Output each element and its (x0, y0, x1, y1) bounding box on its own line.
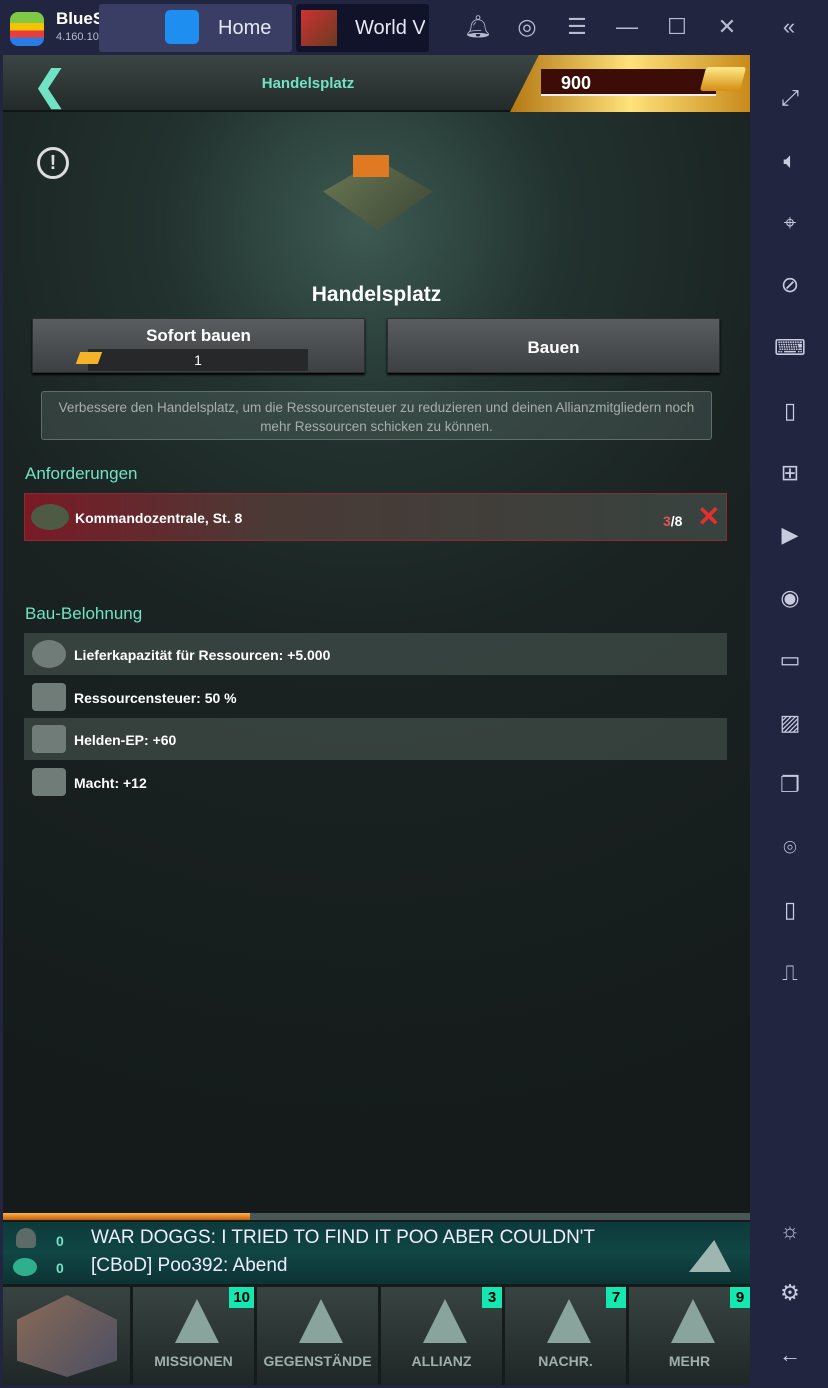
gamepad-icon[interactable]: ⊞ (752, 460, 828, 486)
progress-fill (3, 1213, 250, 1220)
mountain-icon[interactable] (689, 1240, 731, 1272)
nav-alliance[interactable]: ALLIANZ 3 (378, 1287, 502, 1385)
chat-count: 0 (56, 1260, 64, 1276)
volume-icon[interactable]: 🔈︎ (752, 148, 828, 174)
nav-label: ALLIANZ (411, 1353, 472, 1369)
collapse-icon[interactable]: « (776, 14, 802, 40)
game-screen: ❮ Handelsplatz 900 ! Handelsplatz Sofort… (3, 55, 750, 1385)
gold-bar-icon (699, 67, 747, 91)
screen-record-icon[interactable]: ⌖ (752, 210, 828, 236)
nav-badge: 3 (482, 1287, 502, 1308)
right-sidebar: ⤢ 🔈︎ ⌖ ⊘ ⌨ ▯ ⊞ ▶ ◉ ▭ ▨ ❐ ⌾ ▯ ⎍ ☼ ⚙ ← (752, 55, 828, 1388)
rotate-icon[interactable]: ⎍ (752, 960, 828, 986)
maximize-icon[interactable]: ☐ (664, 14, 690, 40)
instant-cost: 1 (194, 352, 202, 368)
nav-messages[interactable]: NACHR. 7 (502, 1287, 626, 1385)
nav-label: NACHR. (538, 1353, 593, 1369)
building-description: Verbessere den Handelsplatz, um die Ress… (41, 391, 712, 440)
instant-build-label: Sofort bauen (146, 326, 251, 345)
hero-xp-icon (32, 725, 66, 753)
alliance-icon (423, 1299, 467, 1343)
video-icon[interactable]: ▭ (752, 647, 828, 673)
gold-bar-icon (75, 352, 103, 364)
gallery-icon[interactable]: ▨ (752, 710, 828, 736)
chat-message: WAR DOGGS: I TRIED TO FIND IT POO ABER C… (91, 1227, 596, 1248)
requirement-label: Kommandozentrale, St. 8 (75, 510, 243, 526)
nav-label: MEHR (668, 1353, 711, 1369)
reward-row: Lieferkapazität für Ressourcen: +5.000 (24, 633, 727, 675)
rewards-title: Bau-Belohnung (25, 604, 143, 623)
info-button[interactable]: ! (37, 147, 69, 179)
missions-icon (175, 1299, 219, 1343)
chat-bubble-icon (13, 1258, 37, 1276)
nav-label: MISSIONEN (154, 1353, 233, 1369)
bottom-nav: MISSIONEN 10 GEGENSTÄNDE ALLIANZ 3 NACHR. 7 MEH… (3, 1287, 750, 1385)
account-icon[interactable]: ◎ (514, 14, 540, 40)
title-bar: BlueStacks 4.160.10.1119 Home World V 🔔︎… (0, 0, 828, 55)
chat-count: 0 (56, 1233, 64, 1249)
close-icon[interactable]: ✕ (714, 14, 740, 40)
reward-label: Macht: +12 (74, 775, 147, 791)
eye-off-icon[interactable]: ⊘ (752, 272, 828, 298)
tab-game-label: World V (355, 17, 425, 39)
tab-home-label: Home (218, 17, 272, 39)
reward-label: Ressourcensteuer: 50 % (74, 690, 237, 706)
reward-row: Helden-EP: +60 (24, 718, 727, 760)
bell-icon[interactable]: 🔔︎ (464, 14, 492, 40)
instant-build-button[interactable]: Sofort bauen 1 (32, 318, 365, 373)
requirement-row: Kommandozentrale, St. 8 3/8 ✕ (24, 493, 727, 541)
location-icon[interactable]: ⌾ (752, 835, 828, 861)
game-header: ❮ Handelsplatz 900 (3, 55, 750, 112)
nav-badge: 7 (606, 1287, 626, 1308)
player-icon (16, 1228, 36, 1248)
nav-items[interactable]: GEGENSTÄNDE (254, 1287, 378, 1385)
reward-row: Macht: +12 (24, 761, 727, 803)
reward-label: Lieferkapazität für Ressourcen: +5.000 (74, 647, 331, 663)
phone-icon[interactable]: ▯ (752, 398, 828, 424)
chat-panel[interactable]: 0 0 WAR DOGGS: I TRIED TO FIND IT POO AB… (3, 1222, 750, 1284)
items-icon (299, 1299, 343, 1343)
unmet-x-icon: ✕ (697, 501, 721, 532)
minimize-icon[interactable]: — (614, 14, 640, 40)
brightness-icon[interactable]: ☼ (752, 1218, 828, 1244)
delivery-capacity-icon (32, 640, 66, 668)
reward-label: Helden-EP: +60 (74, 732, 177, 748)
nav-missions[interactable]: MISSIONEN 10 (130, 1287, 254, 1385)
building-name: Handelsplatz (311, 283, 442, 306)
reward-row: Ressourcensteuer: 50 % (24, 676, 727, 718)
requirements-title: Anforderungen (25, 464, 138, 483)
back-arrow-icon[interactable]: ← (752, 1342, 828, 1368)
power-icon (32, 768, 66, 796)
chat-message: [CBoD] Poo392: Abend (91, 1255, 288, 1276)
nav-label: GEGENSTÄNDE (263, 1353, 372, 1369)
fullscreen-icon[interactable]: ⤢ (752, 85, 828, 111)
bluestacks-logo (10, 12, 44, 46)
more-icon (671, 1299, 715, 1343)
build-label: Bauen (527, 338, 580, 357)
nav-badge: 10 (229, 1287, 254, 1308)
macro-icon[interactable]: ▶ (752, 522, 828, 548)
resource-tax-icon (32, 683, 66, 711)
game-icon (301, 10, 337, 46)
progress-bar (3, 1213, 750, 1220)
requirement-total: /8 (670, 513, 683, 529)
screenshot-icon[interactable]: ◉ (752, 585, 828, 611)
menu-icon[interactable]: ☰ (564, 14, 590, 40)
messages-icon (547, 1299, 591, 1343)
gold-amount: 900 (561, 73, 592, 93)
nav-more[interactable]: MEHR 9 (626, 1287, 750, 1385)
requirement-current: 3 (663, 513, 671, 529)
keyboard-icon[interactable]: ⌨ (752, 335, 828, 361)
settings-icon[interactable]: ⚙ (752, 1280, 828, 1306)
cost-box: 1 (88, 349, 308, 371)
multi-instance-icon[interactable]: ❐ (752, 772, 828, 798)
command-center-icon (31, 504, 69, 530)
nav-badge: 9 (730, 1287, 750, 1308)
build-button[interactable]: Bauen (387, 318, 720, 373)
home-icon (165, 10, 199, 44)
building-roof (353, 155, 389, 177)
base-button[interactable] (17, 1295, 117, 1377)
shake-icon[interactable]: ▯ (752, 897, 828, 923)
